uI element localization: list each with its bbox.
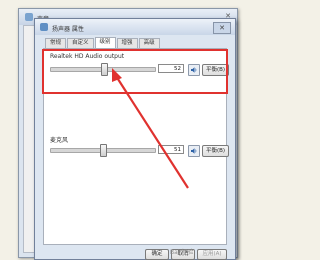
speaker-icon <box>191 67 197 73</box>
microphone-level-label: 麦克风 <box>50 137 69 144</box>
output-volume-value[interactable]: 52 <box>158 64 184 73</box>
sound-icon <box>25 13 33 21</box>
speaker-properties-dialog: 扬声器 属性 ✕ 常规 自定义 级别 增强 高级 Realtek HD Audi… <box>34 18 236 260</box>
output-mute-button[interactable] <box>188 64 200 76</box>
close-button[interactable]: ✕ <box>213 22 231 34</box>
speaker-icon <box>40 23 48 31</box>
tab-enhancements[interactable]: 增强 <box>116 38 138 48</box>
tab-bar: 常规 自定义 级别 增强 高级 <box>45 37 161 48</box>
tab-general[interactable]: 常规 <box>45 38 67 48</box>
output-level-label: Realtek HD Audio output <box>50 53 125 60</box>
output-volume-slider-thumb[interactable] <box>101 63 109 76</box>
microphone-mute-button[interactable] <box>188 145 200 157</box>
speaker-icon <box>191 148 197 154</box>
ok-button[interactable]: 确定 <box>145 249 169 260</box>
microphone-volume-value[interactable]: 51 <box>158 145 184 154</box>
microphone-volume-slider-thumb[interactable] <box>100 144 108 157</box>
tab-custom[interactable]: 自定义 <box>67 38 94 48</box>
dialog-titlebar: 扬声器 属性 ✕ <box>35 19 235 35</box>
tab-advanced[interactable]: 高级 <box>138 38 160 48</box>
dialog-title: 扬声器 属性 <box>52 26 84 33</box>
levels-panel: Realtek HD Audio output 52 平衡(B) 麦克风 51 … <box>42 48 229 245</box>
output-balance-button[interactable]: 平衡(B) <box>202 64 229 76</box>
apply-button[interactable]: 应用(A) <box>197 249 227 260</box>
watermark: Bai 经验 <box>170 249 194 256</box>
microphone-balance-button[interactable]: 平衡(B) <box>202 145 229 157</box>
tab-levels[interactable]: 级别 <box>94 37 116 48</box>
